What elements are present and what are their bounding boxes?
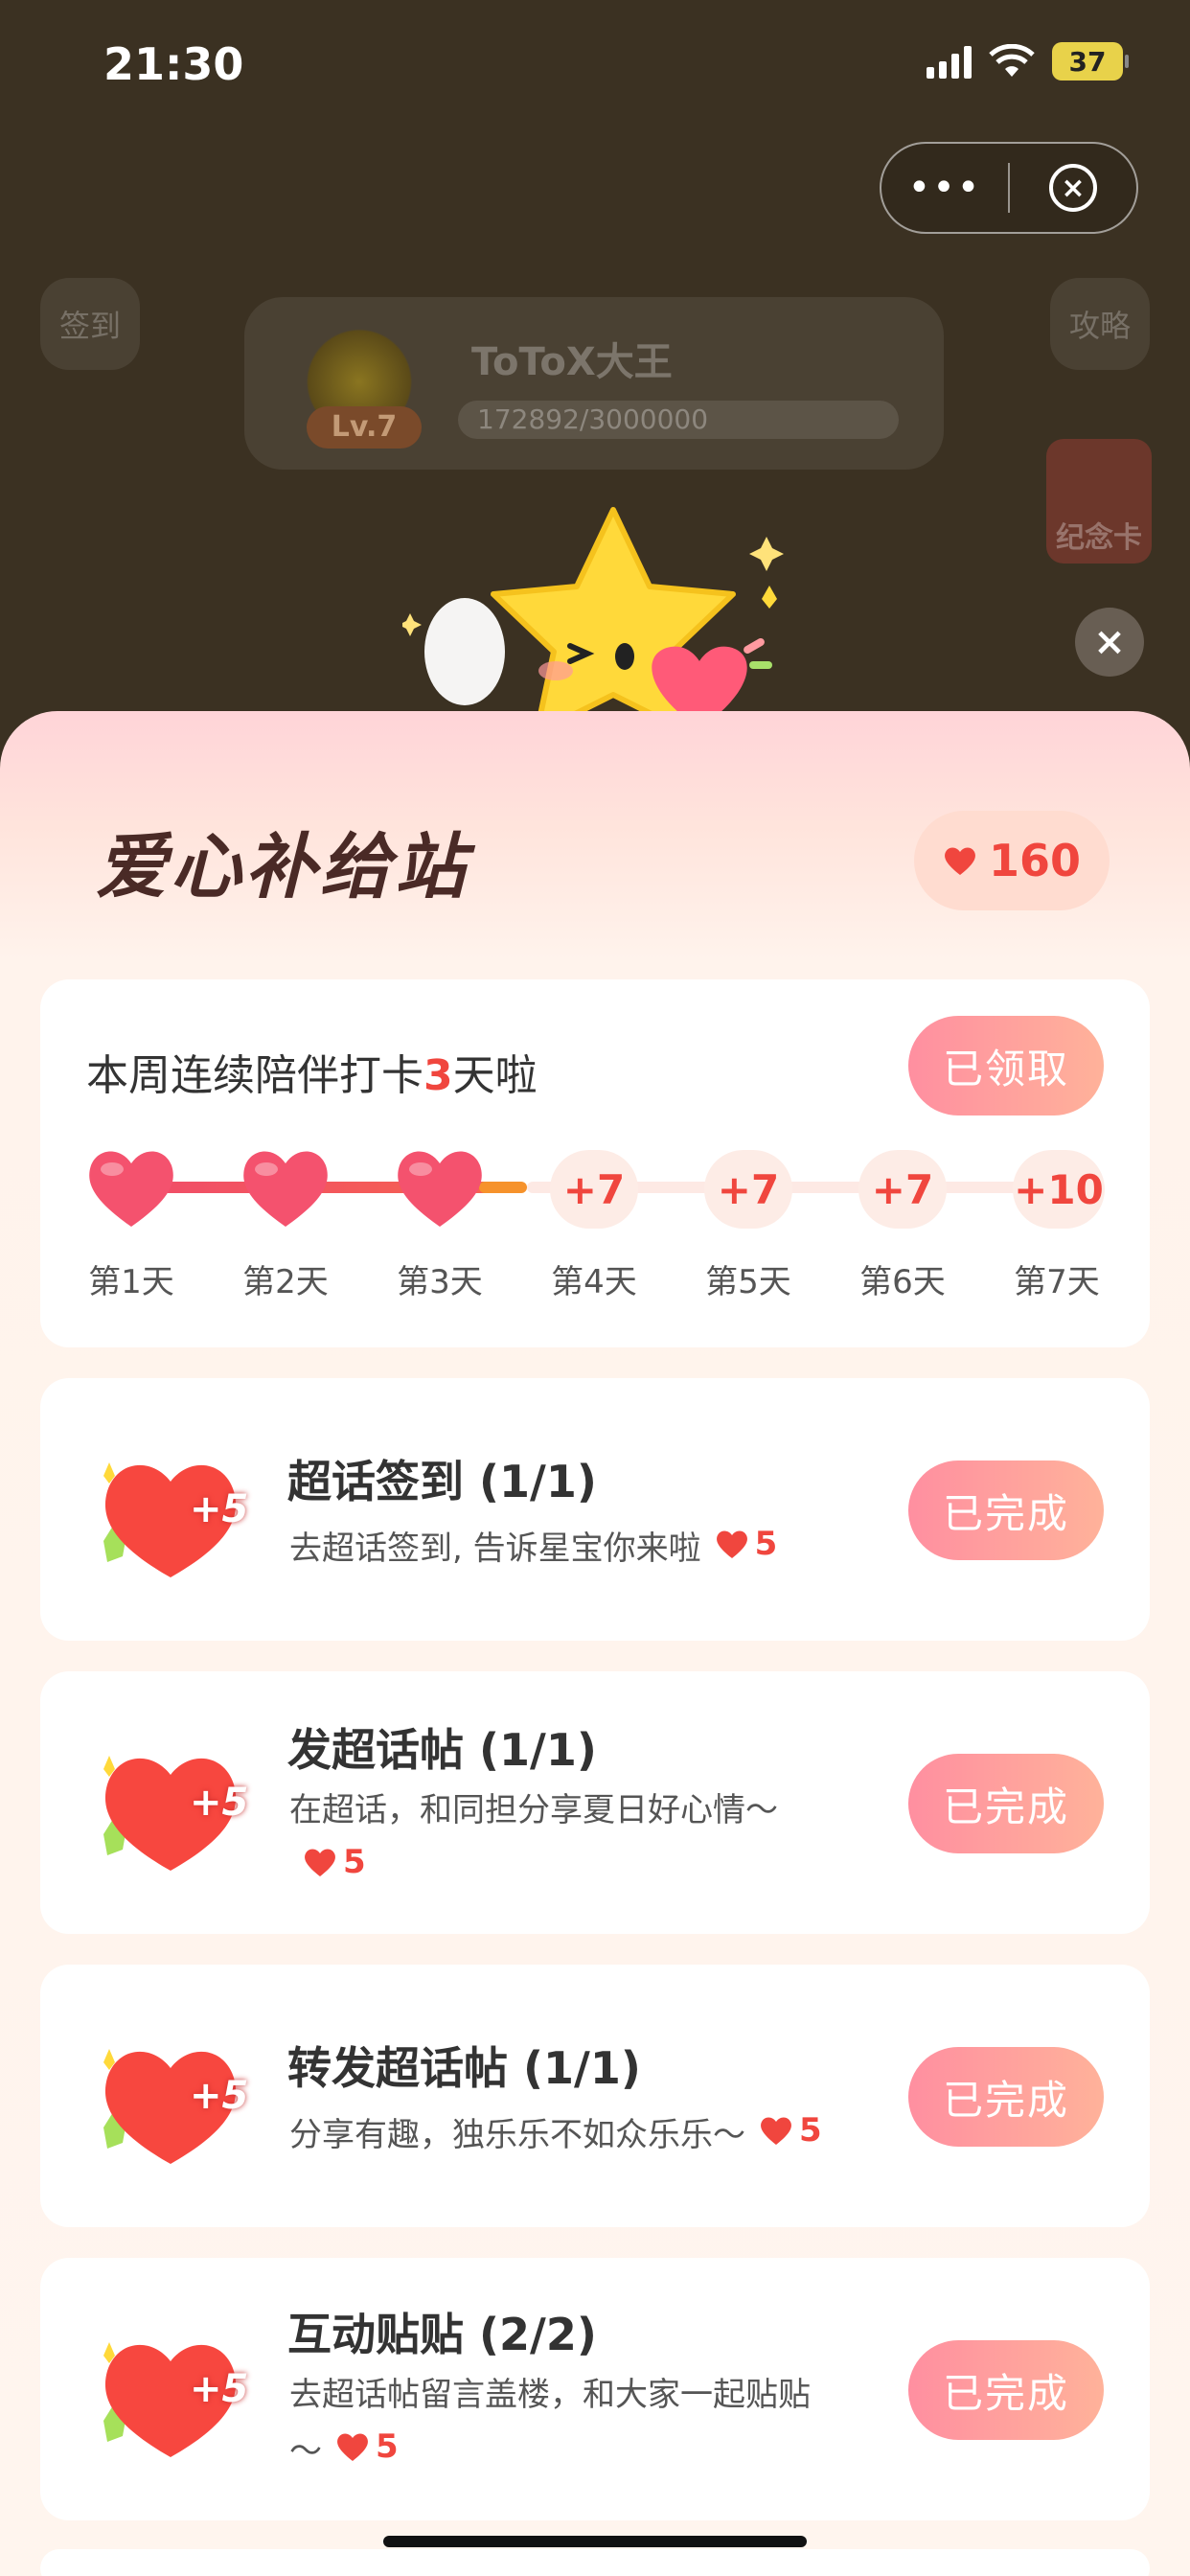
- day-label: 第7天: [1014, 1263, 1100, 1301]
- task-reward-value: 5: [799, 2111, 822, 2150]
- task-badge: +5: [190, 1487, 249, 1531]
- task-reward: 5: [759, 2104, 822, 2156]
- task-done-button[interactable]: 已完成: [908, 1754, 1104, 1853]
- day-label: 第5天: [705, 1263, 791, 1301]
- bg-memorial-card: 纪念卡: [1046, 439, 1152, 564]
- task-title: 超话签到 (1/1): [287, 1456, 597, 1507]
- task-reward-value: 5: [343, 1843, 366, 1881]
- bg-checkin-chip: 签到: [40, 278, 140, 370]
- heart-icon: [305, 1849, 335, 1876]
- task-desc: 去超话帖留言盖楼，和大家一起贴贴～ 5: [289, 2369, 826, 2477]
- task-done-button[interactable]: 已完成: [908, 2047, 1104, 2147]
- day2-heart-icon: [243, 1151, 328, 1227]
- claimed-button[interactable]: 已领取: [908, 1016, 1104, 1116]
- day4-reward: +7: [550, 1150, 638, 1229]
- heart-icon: [945, 847, 975, 875]
- day-label: 第3天: [397, 1263, 483, 1301]
- task-badge: +5: [190, 2074, 249, 2118]
- streak-text: 本周连续陪伴打卡3天啦: [86, 1041, 538, 1102]
- task-badge: +5: [190, 1781, 249, 1825]
- close-miniapp-button[interactable]: ×: [1010, 164, 1136, 212]
- heart-icon: [761, 2117, 791, 2145]
- signal-icon: [927, 44, 972, 79]
- streak-suffix: 天啦: [452, 1051, 538, 1100]
- day6-reward: +7: [858, 1150, 947, 1229]
- task-desc: 在超话，和同担分享夏日好心情～ 5: [289, 1784, 826, 1893]
- task-reward: 5: [335, 2421, 399, 2472]
- task-title: 转发超话帖 (1/1): [287, 2042, 641, 2094]
- streak-track-tip: [479, 1182, 527, 1193]
- bg-user-name: ToToX大王: [471, 340, 673, 384]
- streak-prefix: 本周连续陪伴打卡: [86, 1051, 423, 1100]
- day5-reward: +7: [704, 1150, 792, 1229]
- status-icons: 37: [927, 42, 1129, 80]
- more-button[interactable]: •••: [881, 166, 1008, 210]
- heart-icon: [337, 2433, 368, 2461]
- battery-level: 37: [1068, 45, 1107, 78]
- task-desc: 去超话签到, 告诉星宝你来啦 5: [289, 1518, 826, 1575]
- close-circle-icon: ×: [1049, 164, 1097, 212]
- home-indicator[interactable]: [383, 2536, 807, 2547]
- day-label: 第6天: [859, 1263, 946, 1301]
- task-badge: +5: [190, 2367, 249, 2411]
- task-desc-text: 在超话，和同担分享夏日好心情～: [289, 1791, 778, 1829]
- close-modal-button[interactable]: ×: [1075, 608, 1144, 677]
- bg-level-badge: Lv.7: [307, 406, 422, 448]
- task-title: 发超话帖 (1/1): [287, 1724, 597, 1776]
- task-done-button[interactable]: 已完成: [908, 1460, 1104, 1560]
- day-label: 第1天: [88, 1263, 174, 1301]
- day7-reward: +10: [1013, 1150, 1105, 1229]
- task-reward: 5: [715, 1518, 778, 1570]
- task-reward-value: 5: [376, 2427, 399, 2466]
- miniapp-capsule: ••• ×: [880, 142, 1138, 234]
- status-time: 21:30: [103, 38, 244, 90]
- heart-icon: [716, 1530, 747, 1558]
- streak-days: 3: [423, 1051, 453, 1100]
- day-label: 第2天: [242, 1263, 329, 1301]
- task-desc-text: 去超话签到, 告诉星宝你来啦: [289, 1530, 701, 1568]
- star-mascot-illustration: [402, 507, 784, 736]
- day1-heart-icon: [89, 1151, 173, 1227]
- heart-count-badge: 160: [914, 811, 1110, 910]
- wifi-icon: [989, 44, 1035, 77]
- task-desc: 分享有趣，独乐乐不如众乐乐～ 5: [289, 2104, 826, 2161]
- bg-progress: 172892/3000000: [458, 401, 899, 439]
- task-done-button[interactable]: 已完成: [908, 2340, 1104, 2440]
- battery-icon: 37: [1052, 42, 1129, 80]
- day3-heart-icon: [398, 1151, 482, 1227]
- day-label: 第4天: [551, 1263, 637, 1301]
- task-title: 互动贴贴 (2/2): [287, 2309, 597, 2360]
- task-desc-text: 分享有趣，独乐乐不如众乐乐～: [289, 2116, 745, 2154]
- sheet-title: 爱心补给站: [96, 826, 469, 908]
- task-card-next: [40, 2549, 1150, 2576]
- heart-count-value: 160: [988, 835, 1082, 886]
- task-reward: 5: [303, 1836, 366, 1888]
- task-reward-value: 5: [754, 1525, 778, 1563]
- bg-guide-chip: 攻略: [1050, 278, 1150, 370]
